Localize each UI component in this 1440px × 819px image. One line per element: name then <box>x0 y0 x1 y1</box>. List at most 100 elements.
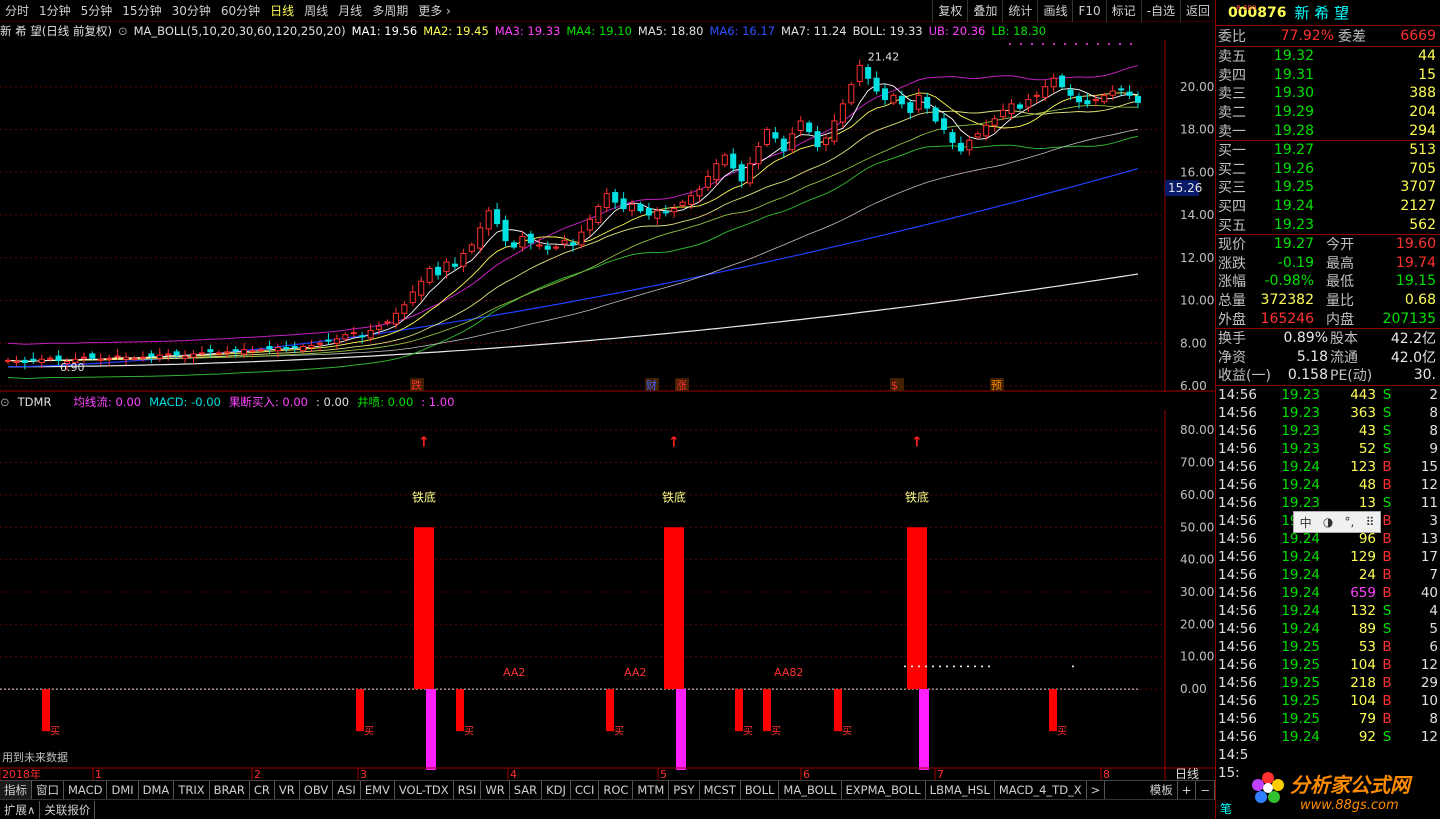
stock-name: 新 希 望 <box>1294 4 1349 22</box>
tick-time: 14:56 <box>1218 674 1257 691</box>
indicator-tab-15[interactable]: SAR <box>510 781 543 799</box>
tab-control-2[interactable]: − <box>1196 781 1215 799</box>
period-tab-6[interactable]: 日线 <box>265 0 299 22</box>
indicator-tab-5[interactable]: TRIX <box>174 781 210 799</box>
one-value: : 1.00 <box>421 395 455 409</box>
candle <box>384 319 391 326</box>
indicator-toggle-icon[interactable]: ⊙ <box>118 24 128 38</box>
indicator-tab-23[interactable]: MA_BOLL <box>779 781 842 799</box>
boll-value: BOLL: 19.33 <box>852 24 923 38</box>
candle <box>966 135 973 156</box>
period-tab-4[interactable]: 30分钟 <box>167 0 216 22</box>
indicator-tab-16[interactable]: KDJ <box>542 781 571 799</box>
tick-side: S <box>1382 440 1392 457</box>
indicator-tab-0[interactable]: 指标 <box>0 781 32 799</box>
event-marker[interactable]: 预 <box>991 379 1002 392</box>
candle <box>418 276 425 301</box>
ime-grid-icon[interactable]: ⠿ <box>1366 515 1375 529</box>
fundamental-stats: 换手 0.89% 股本 42.2亿 净资 5.18 流通 42.0亿 收益(一) 0.158 PE(… <box>1216 329 1440 386</box>
candle <box>123 352 130 366</box>
ime-chinese-icon[interactable]: 中 <box>1300 514 1312 531</box>
stock-title: 新 希 望(日线 前复权) <box>0 24 112 38</box>
event-marker[interactable]: $ <box>891 379 898 392</box>
toolbar-button-2[interactable]: 统计 <box>1002 0 1037 22</box>
indicator-tab-11[interactable]: EMV <box>361 781 395 799</box>
period-tab-8[interactable]: 月线 <box>333 0 367 22</box>
indicator-tab-6[interactable]: BRAR <box>210 781 250 799</box>
period-tab-3[interactable]: 15分钟 <box>117 0 166 22</box>
indicator-tab-12[interactable]: VOL-TDX <box>395 781 454 799</box>
indicator-tab-25[interactable]: LBMA_HSL <box>926 781 995 799</box>
indicator-tab-13[interactable]: RSI <box>454 781 482 799</box>
candle <box>494 202 501 228</box>
period-tab-9[interactable]: 多周期 <box>367 0 413 22</box>
period-tab-1[interactable]: 1分钟 <box>34 0 76 22</box>
indicator-tab-1[interactable]: 窗口 <box>32 781 64 799</box>
high-label: 21.42 <box>868 50 900 63</box>
indicator-tab-3[interactable]: DMI <box>107 781 139 799</box>
indicator-tab-9[interactable]: OBV <box>300 781 334 799</box>
bid-row: 买一 19.27 513 <box>1216 141 1440 160</box>
expand-button[interactable]: 扩展∧ <box>0 800 41 819</box>
candlestick-chart[interactable]: 20.00 18.00 16.00 14.00 12.00 10.00 8.00 6.00 15… <box>0 40 1215 392</box>
tick-count: 17 <box>1420 548 1438 565</box>
toolbar-button-7[interactable]: 返回 <box>1179 0 1215 22</box>
related-quotes-button[interactable]: 关联报价 <box>40 800 96 819</box>
indicator-tab-8[interactable]: VR <box>275 781 300 799</box>
stat-row: 现价 19.27 今开 19.60 <box>1216 235 1440 254</box>
indicator-tab-26[interactable]: MACD_4_TD_X <box>995 781 1087 799</box>
tick-row: 14:56 19.23 52 S 9 <box>1216 440 1440 458</box>
toolbar-button-1[interactable]: 叠加 <box>967 0 1002 22</box>
indicator-tab-2[interactable]: MACD <box>64 781 108 799</box>
candle <box>409 285 416 307</box>
event-marker[interactable]: 跌 <box>411 378 422 392</box>
buy-label: 买 <box>364 725 374 737</box>
toolbar-button-4[interactable]: F10 <box>1072 0 1105 22</box>
event-marker[interactable]: 财 <box>646 378 657 392</box>
period-tab-7[interactable]: 周线 <box>299 0 333 22</box>
tick-side: B <box>1382 566 1392 583</box>
bottom-tab[interactable]: 笔 <box>1220 800 1232 817</box>
tab-control-1[interactable]: + <box>1178 781 1197 799</box>
candle <box>873 71 880 95</box>
tick-list[interactable]: 14:56 19.23 443 S 2 14:56 19.23 363 S 8 14:56 19.23… <box>1216 386 1440 782</box>
ime-punct-icon[interactable]: °, <box>1345 515 1355 529</box>
candle <box>106 354 113 367</box>
toolbar-button-5[interactable]: 标记 <box>1105 0 1141 22</box>
sub-toggle-icon[interactable]: ⊙ <box>0 395 10 409</box>
ime-moon-icon[interactable]: ◑ <box>1323 515 1333 529</box>
candle <box>156 348 163 362</box>
main-chart-legend: 新 希 望(日线 前复权) ⊙ MA_BOLL(5,10,20,30,60,12… <box>0 22 1165 40</box>
indicator-tab-24[interactable]: EXPMA_BOLL <box>842 781 926 799</box>
indicator-tab-7[interactable]: CR <box>250 781 275 799</box>
toolbar-button-3[interactable]: 画线 <box>1037 0 1072 22</box>
indicator-tab-10[interactable]: ASI <box>333 781 361 799</box>
period-tab-0[interactable]: 分时 <box>0 0 34 22</box>
sub-indicator-name[interactable]: TDMR <box>18 395 52 409</box>
indicator-tab-21[interactable]: MCST <box>700 781 741 799</box>
indicator-tab-22[interactable]: BOLL <box>741 781 780 799</box>
indicator-tab-17[interactable]: CCI <box>571 781 600 799</box>
tick-count: 15 <box>1420 458 1438 475</box>
indicator-tab-4[interactable]: DMA <box>139 781 175 799</box>
ime-toolbar[interactable]: 中 ◑ °, ⠿ <box>1293 511 1381 533</box>
tick-price: 19.24 <box>1281 620 1320 637</box>
toolbar-button-6[interactable]: -自选 <box>1140 0 1180 22</box>
fund-row: 换手 0.89% 股本 42.2亿 <box>1216 329 1440 348</box>
indicator-tab-19[interactable]: MTM <box>633 781 670 799</box>
indicator-tab-27[interactable]: > <box>1087 781 1106 799</box>
period-tab-2[interactable]: 5分钟 <box>76 0 118 22</box>
indicator-name[interactable]: MA_BOLL(5,10,20,30,60,120,250,20) <box>134 24 346 38</box>
event-marker[interactable]: 涨 <box>676 379 687 392</box>
tab-control-0[interactable]: 模板 <box>1146 781 1178 799</box>
bid-volume: 2127 <box>1400 198 1436 215</box>
indicator-tab-20[interactable]: PSY <box>669 781 700 799</box>
tdmr-indicator-chart[interactable]: 80.0070.0060.0050.0040.0030.0020.0010.00… <box>0 410 1215 780</box>
candle <box>477 222 484 253</box>
period-tab-10[interactable]: 更多 › <box>413 0 456 22</box>
y-tick-label: 8.00 <box>1180 336 1207 350</box>
toolbar-button-0[interactable]: 复权 <box>932 0 967 22</box>
period-tab-5[interactable]: 60分钟 <box>216 0 265 22</box>
indicator-tab-18[interactable]: ROC <box>599 781 634 799</box>
indicator-tab-14[interactable]: WR <box>481 781 510 799</box>
